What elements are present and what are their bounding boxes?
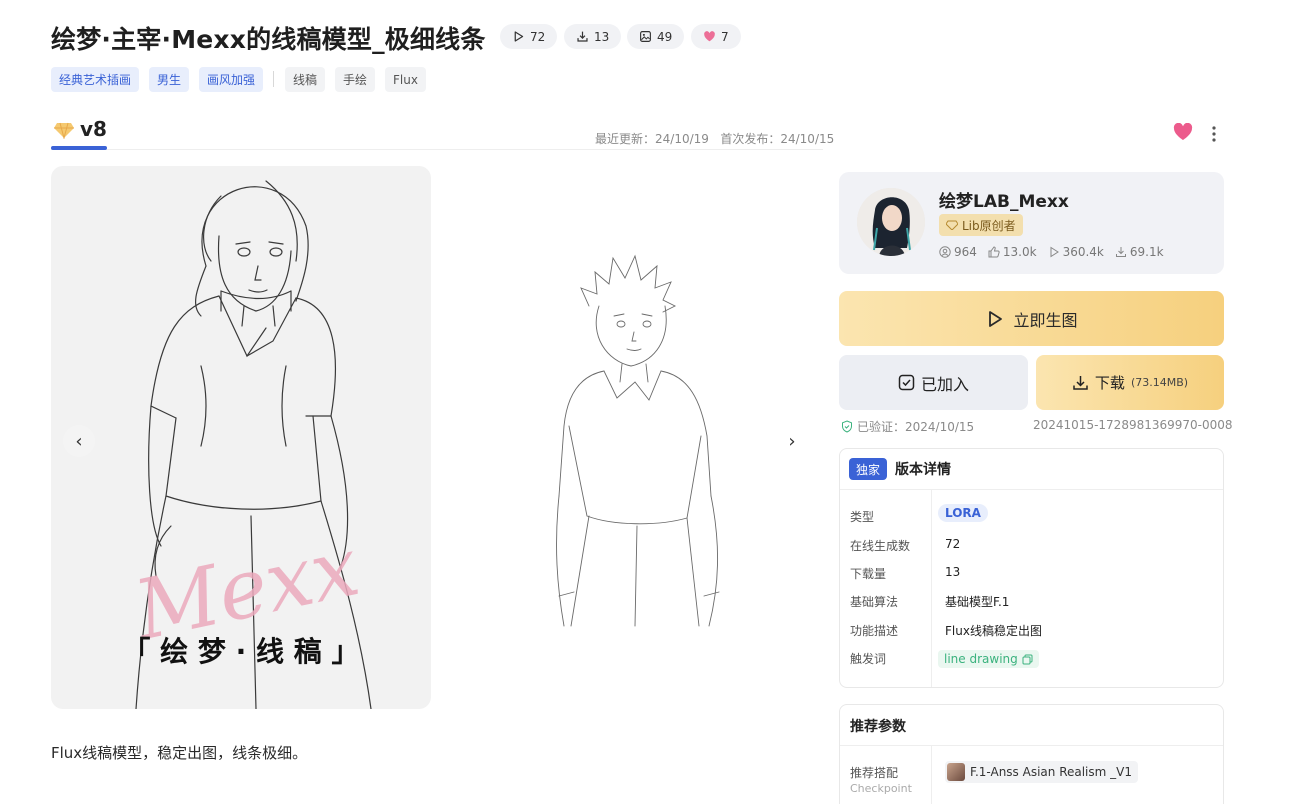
verified-status: 已验证：2024/10/15 [841,418,974,435]
divider [840,489,1223,490]
run-count-badge: 72 [500,24,558,49]
detail-key-type: 类型 [850,510,875,524]
downloads-stat: 69.1k [1115,245,1164,259]
followers-stat: 964 [939,245,977,259]
version-tab[interactable]: v8 [80,117,107,141]
user-icon [939,246,951,258]
play-icon [1050,246,1059,258]
version-details-title: 版本详情 [895,462,952,478]
recommend-key-sub: Checkpoint [850,782,912,795]
gallery-image-female-sketch[interactable]: Mexx 「 绘 梦 · 线 稿 」 [51,166,431,709]
diamond-icon [53,121,75,143]
version-dates: 最近更新：24/10/19 首次发布：24/10/15 [595,132,835,146]
detail-key-downloads: 下载量 [850,567,887,581]
active-tab-indicator [51,146,107,150]
checkpoint-chip[interactable]: F.1-Anss Asian Realism _V1 [945,761,1138,783]
creator-badge: Lib原创者 [939,214,1023,236]
like-count-badge[interactable]: 7 [691,24,741,49]
tag[interactable]: Flux [385,67,426,92]
diamond-icon [946,220,958,230]
image-count-badge: 49 [627,24,685,49]
heart-icon [704,31,715,42]
likes-stat: 13.0k [988,245,1037,259]
detail-value-type: LORA [938,504,988,522]
author-name[interactable]: 绘梦LAB_Mexx [939,187,1069,212]
page-title: 绘梦·主宰·Mexx的线稿模型_极细线条 [51,25,486,54]
tag-divider [273,71,274,87]
carousel-prev-button[interactable]: ‹ [63,425,95,457]
recommended-params-title: 推荐参数 [850,719,906,735]
model-description: Flux线稿模型，稳定出图，线条极细。 [51,744,308,762]
gallery-image-male-sketch[interactable] [439,166,823,709]
copy-icon[interactable] [1022,654,1033,665]
added-button[interactable]: 已加入 [839,355,1028,410]
thumb-icon [988,246,1000,258]
caption-text: 「 绘 梦 · 线 稿 」 [122,635,359,668]
shield-check-icon [842,420,852,433]
divider [931,746,932,804]
detail-value-function: Flux线稿稳定出图 [945,624,1042,638]
runs-stat: 360.4k [1048,245,1104,259]
divider [931,490,932,687]
detail-value-base: 基础模型F.1 [945,595,1010,609]
exclusive-badge: 独家 [849,458,888,480]
tag[interactable]: 线稿 [285,67,326,92]
detail-key-base: 基础算法 [850,595,899,609]
tag[interactable]: 经典艺术插画 [51,67,140,92]
check-square-icon [898,374,915,391]
tag[interactable]: 手绘 [335,67,376,92]
more-options-icon[interactable] [1206,124,1222,148]
carousel-next-button[interactable]: › [776,425,808,457]
image-icon [640,31,651,42]
generate-button[interactable]: 立即生图 [839,291,1224,346]
detail-value-downloads: 13 [945,565,961,579]
trigger-word-chip[interactable]: line drawing [938,650,1039,668]
author-stats: 964 13.0k 360.4k 69.1k [939,245,1164,259]
download-button[interactable]: 下载 (73.14MB) [1036,355,1224,410]
download-icon [577,31,588,42]
play-icon [989,310,1003,327]
chevron-left-icon: ‹ [75,430,83,452]
download-icon [1073,376,1088,390]
version-details-header: 独家 版本详情 [849,458,951,480]
recommend-key: 推荐搭配 [850,766,899,780]
avatar[interactable] [857,188,925,256]
detail-key-runs: 在线生成数 [850,539,911,553]
divider [840,745,1223,746]
download-icon [1115,247,1126,257]
tag[interactable]: 男生 [149,67,190,92]
detail-value-runs: 72 [945,537,961,551]
version-hash: 20241015-1728981369970-0008 [1033,418,1233,432]
detail-key-trigger: 触发词 [850,652,887,666]
chevron-right-icon: › [788,430,796,452]
download-count-badge: 13 [564,24,622,49]
play-icon [514,31,524,42]
favorite-heart-icon[interactable] [1173,122,1193,145]
checkpoint-thumbnail [947,763,965,781]
detail-key-function: 功能描述 [850,624,899,638]
tag[interactable]: 画风加强 [199,67,264,92]
